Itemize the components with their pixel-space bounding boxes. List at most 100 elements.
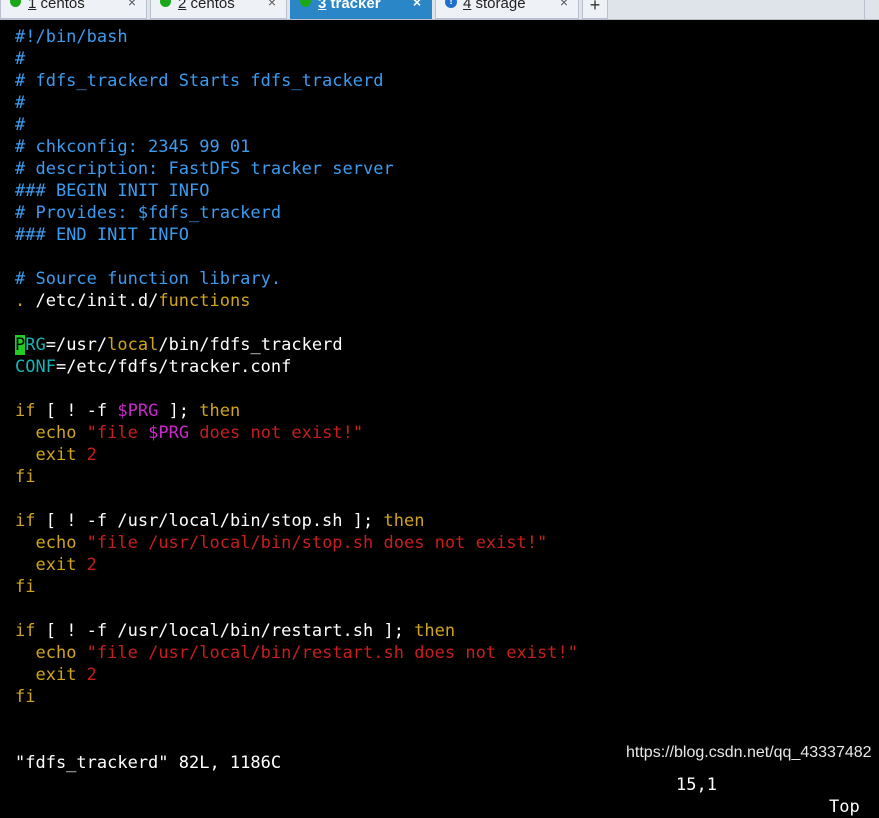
vim-editor[interactable]: #!/bin/bash # # fdfs_trackerd Starts fdfs_… [0,26,879,736]
code-token: # [15,93,26,113]
code-token: # [15,115,26,135]
tab-3-tracker[interactable]: 3 tracker × [290,0,432,19]
code-token: #!/bin/bash [15,27,128,47]
code-token: if [15,621,36,641]
code-line: ### BEGIN INIT INFO [15,180,209,202]
code-line: fi [15,686,35,708]
code-token: if [15,401,36,421]
code-token: $PRG [148,423,190,443]
code-token: # Source function library. [15,269,282,289]
code-token: local [107,335,159,355]
status-message: "fdfs_trackerd" 82L, 1186C [15,753,282,773]
code-line: CONF=/etc/fdfs/tracker.conf [15,356,291,378]
code-token: if [15,511,36,531]
cursor-position: 15,1 [676,775,717,795]
code-token: "file /usr/local/bin/restart.sh does not… [76,643,578,663]
code-token: =/etc/fdfs/tracker.conf [55,357,292,377]
close-icon[interactable]: × [128,0,136,9]
code-line: exit 2 [15,554,97,576]
code-token: file [96,423,149,443]
close-icon[interactable]: × [413,0,421,9]
code-token: # Provides: $fdfs_trackerd [15,203,282,223]
code-token: echo [35,423,77,443]
tab-2-centos[interactable]: 2 centos × [150,0,287,19]
code-token: exit [35,665,77,685]
code-token: ### BEGIN INIT INFO [15,181,210,201]
code-token: # chkconfig: 2345 99 01 [15,137,251,157]
tab-label: centos [186,0,235,12]
code-line: if [ ! -f $PRG ]; then [15,400,240,422]
code-token: # description: FastDFS tracker server [15,159,394,179]
code-token: /etc/init.d/ [25,291,159,311]
code-line: # chkconfig: 2345 99 01 [15,136,250,158]
code-token: echo [35,643,77,663]
code-token: then [383,511,425,531]
code-token: . [15,291,26,311]
code-line: exit 2 [15,664,97,686]
code-line: . /etc/init.d/functions [15,290,250,312]
code-token: "file /usr/local/bin/stop.sh does not ex… [76,533,548,553]
code-token: # fdfs_trackerd Starts fdfs_trackerd [15,71,384,91]
code-token: exit [35,445,77,465]
code-line: exit 2 [15,444,97,466]
code-token: then [199,401,241,421]
code-line: echo "file $PRG does not exist!" [15,422,363,444]
code-line: fi [15,576,35,598]
code-line: # [15,92,25,114]
code-token: 2 [76,665,97,685]
info-icon: ! [445,0,457,8]
code-line: echo "file /usr/local/bin/restart.sh doe… [15,642,578,664]
code-token: 2 [76,445,97,465]
code-token: exit [35,555,77,575]
code-token: then [414,621,456,641]
code-token: fi [15,577,36,597]
code-line: # [15,114,25,136]
code-line: ### END INIT INFO [15,224,189,246]
code-token: ### END INIT INFO [15,225,189,245]
green-dot-icon [10,0,21,7]
tab-bar: 1 centos × 2 centos × 3 tracker × ! 4 st… [0,0,879,20]
code-line: # Source function library. [15,268,281,290]
code-token: fi [15,467,36,487]
code-token: CONF [15,357,56,377]
code-token: ]; [158,401,200,421]
watermark: https://blog.csdn.net/qq_43337482 [626,744,872,761]
text-cursor: P [15,335,26,355]
tab-1-centos[interactable]: 1 centos × [0,0,147,19]
green-dot-icon [300,0,311,7]
code-token: # [15,49,26,69]
code-token: /bin/fdfs_trackerd [158,335,343,355]
tab-label: centos [36,0,85,12]
code-token: functions [158,291,251,311]
code-line: if [ ! -f /usr/local/bin/stop.sh ]; then [15,510,424,532]
code-line: # fdfs_trackerd Starts fdfs_trackerd [15,70,383,92]
tab-4-storage[interactable]: ! 4 storage × [435,0,579,19]
close-icon[interactable]: × [268,0,276,9]
tab-label: storage [471,0,526,12]
green-dot-icon [160,0,171,7]
code-line: # [15,48,25,70]
code-token: [ ! -f /usr/local/bin/stop.sh ]; [35,511,384,531]
code-line: echo "file /usr/local/bin/stop.sh does n… [15,532,547,554]
code-token: echo [35,533,77,553]
code-token: [ ! -f [35,401,118,421]
code-token: RG [25,335,46,355]
code-token: " [76,423,97,443]
code-line: # description: FastDFS tracker server [15,158,394,180]
scroll-indicator: Top [829,797,860,817]
code-line: fi [15,466,35,488]
code-token: 2 [76,555,97,575]
code-line: PRG=/usr/local/bin/fdfs_trackerd [15,334,343,356]
code-token: does not exist!" [189,423,364,443]
code-token: =/usr/ [45,335,108,355]
close-icon[interactable]: × [560,0,568,9]
code-token: [ ! -f /usr/local/bin/restart.sh ]; [35,621,415,641]
code-line: if [ ! -f /usr/local/bin/restart.sh ]; t… [15,620,455,642]
tab-bar-divider [864,0,865,19]
new-tab-button[interactable]: + [582,0,608,19]
code-line: # Provides: $fdfs_trackerd [15,202,281,224]
